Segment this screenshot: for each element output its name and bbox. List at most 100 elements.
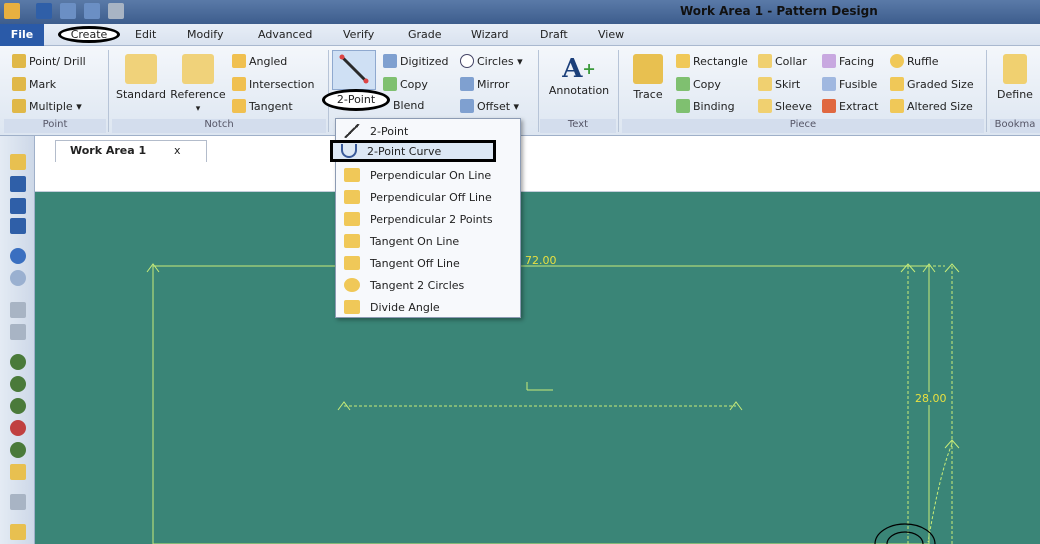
two-point-line-button[interactable] [332, 50, 376, 90]
tab-work-area-1[interactable]: Work Area 1 x [55, 140, 207, 162]
copy-line-button[interactable]: Copy [383, 77, 428, 91]
point-drill-label: Point/ Drill [29, 54, 86, 68]
menu-item-2-point[interactable]: 2-Point [336, 120, 520, 142]
redo-icon[interactable] [84, 3, 100, 19]
tangent-off-line-icon [344, 256, 360, 270]
tab-wizard[interactable]: Wizard [471, 28, 509, 41]
sleeve-button[interactable]: Sleeve [758, 99, 812, 113]
facing-button[interactable]: Facing [822, 54, 874, 68]
two-point-dropdown-button[interactable]: 2-Point [322, 89, 390, 111]
menu-item-divide-angle[interactable]: Divide Angle [336, 296, 520, 318]
menu-item-label: Tangent Off Line [370, 256, 460, 270]
tangent-button[interactable]: Tangent [232, 99, 293, 113]
blend-button[interactable]: Blend [393, 99, 424, 112]
divide-angle-icon [344, 300, 360, 314]
trace-button[interactable]: Trace [626, 54, 670, 101]
print-preview-icon[interactable] [10, 324, 26, 340]
menu-item-tangent-2-circles[interactable]: Tangent 2 Circles [336, 274, 520, 296]
group-separator [328, 50, 329, 132]
skirt-button[interactable]: Skirt [758, 77, 800, 91]
open-folder-icon[interactable] [10, 154, 26, 170]
drill-circle-marker-inner [886, 531, 924, 544]
standard-notch-icon [125, 54, 157, 84]
tab-file[interactable]: File [0, 24, 44, 46]
digitized-button[interactable]: Digitized [383, 54, 448, 68]
grid-icon[interactable] [10, 494, 26, 510]
collar-label: Collar [775, 54, 807, 68]
zoom-window-icon[interactable] [10, 398, 26, 414]
mark-button[interactable]: Mark [12, 77, 56, 91]
annotation-button[interactable]: A+ Annotation [544, 54, 614, 97]
tab-view[interactable]: View [598, 28, 624, 41]
reference-notch-button[interactable]: Reference ▾ [168, 54, 228, 114]
close-tab-icon[interactable]: x [174, 141, 181, 161]
graded-size-button[interactable]: Graded Size [890, 77, 974, 91]
group-separator [538, 50, 539, 132]
undo-icon[interactable] [60, 3, 76, 19]
menu-item-label: 2-Point Curve [367, 144, 442, 158]
group-separator [986, 50, 987, 132]
altered-size-button[interactable]: Altered Size [890, 99, 973, 113]
redo-icon[interactable] [10, 270, 26, 286]
group-separator [108, 50, 109, 132]
tab-verify[interactable]: Verify [343, 28, 374, 41]
save-icon[interactable] [36, 3, 52, 19]
tab-modify[interactable]: Modify [187, 28, 223, 41]
angled-button[interactable]: Angled [232, 54, 287, 68]
save-icon[interactable] [10, 176, 26, 192]
fusible-button[interactable]: Fusible [822, 77, 877, 91]
menu-item-perpendicular-off-line[interactable]: Perpendicular Off Line [336, 186, 520, 208]
point-icon [12, 54, 26, 68]
zoom-all-icon[interactable] [10, 442, 26, 458]
menu-item-tangent-on-line[interactable]: Tangent On Line [336, 230, 520, 252]
copy-piece-label: Copy [693, 77, 721, 91]
tab-advanced[interactable]: Advanced [258, 28, 312, 41]
multiple-button[interactable]: Multiple ▾ [12, 99, 82, 113]
chevron-down-icon: ▾ [195, 104, 201, 114]
rectangle-piece-button[interactable]: Rectangle [676, 54, 748, 68]
zoom-out-icon[interactable] [10, 376, 26, 392]
intersection-button[interactable]: Intersection [232, 77, 314, 91]
menu-item-label: Perpendicular Off Line [370, 190, 492, 204]
binding-button[interactable]: Binding [676, 99, 735, 113]
copy-line-icon [383, 77, 397, 91]
ruffle-icon [890, 54, 904, 68]
menu-item-perpendicular-on-line[interactable]: Perpendicular On Line [336, 164, 520, 186]
drawing-canvas[interactable]: 72.00 28.00 [35, 192, 1040, 544]
zoom-in-icon[interactable] [10, 354, 26, 370]
define-button[interactable]: Define [992, 54, 1038, 101]
extract-button[interactable]: Extract [822, 99, 878, 113]
print-icon[interactable] [108, 3, 124, 19]
document-tab-label: Work Area 1 [70, 144, 147, 157]
standard-notch-button[interactable]: Standard [115, 54, 167, 101]
mirror-button[interactable]: Mirror [460, 77, 509, 91]
undo-icon[interactable] [10, 248, 26, 264]
print-icon[interactable] [10, 302, 26, 318]
save-all-icon[interactable] [10, 218, 26, 234]
intersection-notch-icon [232, 77, 246, 91]
copy-piece-button[interactable]: Copy [676, 77, 721, 91]
delete-icon[interactable] [10, 524, 26, 540]
curve-line [927, 443, 953, 543]
annotation-icon: A+ [562, 54, 596, 84]
tab-create[interactable]: Create [58, 26, 120, 43]
width-dimension-label: 72.00 [525, 254, 557, 267]
collar-button[interactable]: Collar [758, 54, 807, 68]
offset-button[interactable]: Offset ▾ [460, 99, 519, 113]
app-icon[interactable] [4, 3, 20, 19]
ruffle-button[interactable]: Ruffle [890, 54, 939, 68]
tab-grade[interactable]: Grade [408, 28, 442, 41]
group-label-bookmark: Bookma [990, 119, 1040, 133]
circles-button[interactable]: Circles ▾ [460, 54, 523, 68]
reference-notch-icon [182, 54, 214, 84]
menu-item-perpendicular-2-points[interactable]: Perpendicular 2 Points [336, 208, 520, 230]
tab-edit[interactable]: Edit [135, 28, 156, 41]
menu-item-tangent-off-line[interactable]: Tangent Off Line [336, 252, 520, 274]
tab-draft[interactable]: Draft [540, 28, 568, 41]
menu-item-2-point-curve[interactable]: 2-Point Curve [330, 140, 496, 162]
layers-icon[interactable] [10, 464, 26, 480]
save-as-icon[interactable] [10, 198, 26, 214]
zoom-previous-icon[interactable] [10, 420, 26, 436]
extract-label: Extract [839, 99, 879, 113]
point-drill-button[interactable]: Point/ Drill [12, 54, 86, 68]
